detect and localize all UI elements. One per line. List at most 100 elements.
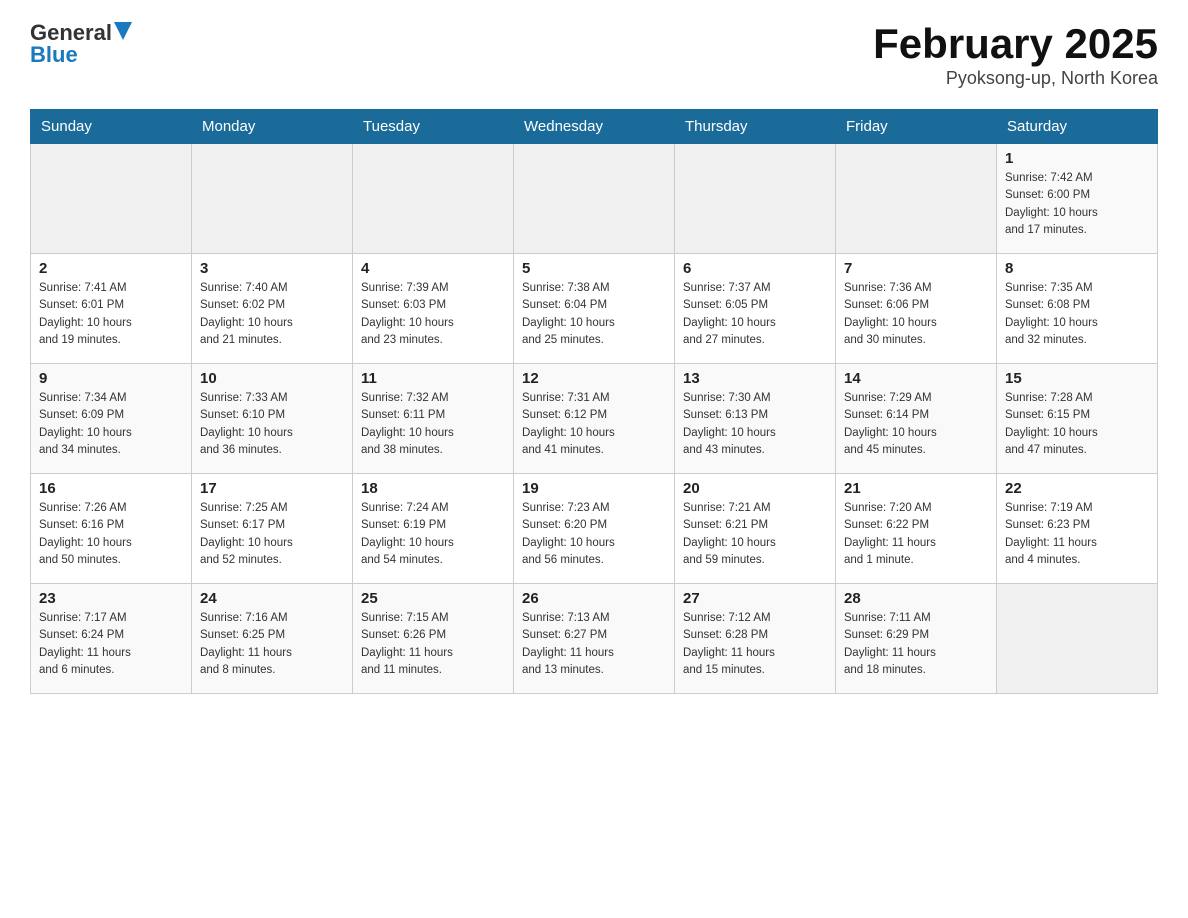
- day-number: 24: [200, 590, 344, 607]
- day-info: Sunrise: 7:26 AM Sunset: 6:16 PM Dayligh…: [39, 500, 183, 569]
- day-number: 9: [39, 370, 183, 387]
- calendar-cell: 26 Sunrise: 7:13 AM Sunset: 6:27 PM Dayli…: [514, 584, 675, 694]
- day-number: 4: [361, 260, 505, 277]
- day-number: 21: [844, 480, 988, 497]
- calendar-cell: 24 Sunrise: 7:16 AM Sunset: 6:25 PM Dayli…: [192, 584, 353, 694]
- day-number: 13: [683, 370, 827, 387]
- day-number: 28: [844, 590, 988, 607]
- day-info: Sunrise: 7:37 AM Sunset: 6:05 PM Dayligh…: [683, 280, 827, 349]
- column-header-sunday: Sunday: [31, 110, 192, 144]
- calendar-cell: 10 Sunrise: 7:33 AM Sunset: 6:10 PM Dayli…: [192, 364, 353, 474]
- column-header-friday: Friday: [836, 110, 997, 144]
- calendar-cell: 20 Sunrise: 7:21 AM Sunset: 6:21 PM Dayli…: [675, 474, 836, 584]
- day-info: Sunrise: 7:23 AM Sunset: 6:20 PM Dayligh…: [522, 500, 666, 569]
- day-info: Sunrise: 7:11 AM Sunset: 6:29 PM Dayligh…: [844, 610, 988, 679]
- calendar-cell: [514, 144, 675, 254]
- calendar-cell: 1 Sunrise: 7:42 AM Sunset: 6:00 PM Daylig…: [997, 144, 1158, 254]
- logo-text-blue: Blue: [30, 42, 78, 68]
- calendar-cell: 2 Sunrise: 7:41 AM Sunset: 6:01 PM Daylig…: [31, 254, 192, 364]
- day-number: 5: [522, 260, 666, 277]
- day-number: 14: [844, 370, 988, 387]
- calendar-cell: 4 Sunrise: 7:39 AM Sunset: 6:03 PM Daylig…: [353, 254, 514, 364]
- day-info: Sunrise: 7:13 AM Sunset: 6:27 PM Dayligh…: [522, 610, 666, 679]
- calendar-week-row: 2 Sunrise: 7:41 AM Sunset: 6:01 PM Daylig…: [31, 254, 1158, 364]
- day-number: 16: [39, 480, 183, 497]
- column-header-thursday: Thursday: [675, 110, 836, 144]
- day-number: 18: [361, 480, 505, 497]
- location-title: Pyoksong-up, North Korea: [873, 68, 1158, 89]
- page-header: General Blue February 2025 Pyoksong-up, …: [30, 20, 1158, 89]
- day-info: Sunrise: 7:17 AM Sunset: 6:24 PM Dayligh…: [39, 610, 183, 679]
- title-block: February 2025 Pyoksong-up, North Korea: [873, 20, 1158, 89]
- day-number: 6: [683, 260, 827, 277]
- calendar-cell: 9 Sunrise: 7:34 AM Sunset: 6:09 PM Daylig…: [31, 364, 192, 474]
- calendar-cell: 18 Sunrise: 7:24 AM Sunset: 6:19 PM Dayli…: [353, 474, 514, 584]
- calendar-cell: 28 Sunrise: 7:11 AM Sunset: 6:29 PM Dayli…: [836, 584, 997, 694]
- column-header-tuesday: Tuesday: [353, 110, 514, 144]
- calendar-cell: 11 Sunrise: 7:32 AM Sunset: 6:11 PM Dayli…: [353, 364, 514, 474]
- day-info: Sunrise: 7:32 AM Sunset: 6:11 PM Dayligh…: [361, 390, 505, 459]
- day-info: Sunrise: 7:24 AM Sunset: 6:19 PM Dayligh…: [361, 500, 505, 569]
- logo-triangle-icon: [114, 22, 132, 40]
- day-number: 10: [200, 370, 344, 387]
- column-header-wednesday: Wednesday: [514, 110, 675, 144]
- day-number: 7: [844, 260, 988, 277]
- day-info: Sunrise: 7:28 AM Sunset: 6:15 PM Dayligh…: [1005, 390, 1149, 459]
- day-info: Sunrise: 7:16 AM Sunset: 6:25 PM Dayligh…: [200, 610, 344, 679]
- calendar-cell: 8 Sunrise: 7:35 AM Sunset: 6:08 PM Daylig…: [997, 254, 1158, 364]
- day-info: Sunrise: 7:30 AM Sunset: 6:13 PM Dayligh…: [683, 390, 827, 459]
- day-info: Sunrise: 7:33 AM Sunset: 6:10 PM Dayligh…: [200, 390, 344, 459]
- day-info: Sunrise: 7:20 AM Sunset: 6:22 PM Dayligh…: [844, 500, 988, 569]
- day-info: Sunrise: 7:15 AM Sunset: 6:26 PM Dayligh…: [361, 610, 505, 679]
- column-header-saturday: Saturday: [997, 110, 1158, 144]
- day-info: Sunrise: 7:19 AM Sunset: 6:23 PM Dayligh…: [1005, 500, 1149, 569]
- calendar-week-row: 23 Sunrise: 7:17 AM Sunset: 6:24 PM Dayli…: [31, 584, 1158, 694]
- day-number: 12: [522, 370, 666, 387]
- calendar-cell: 17Sunrise: 7:25 AM Sunset: 6:17 PM Dayli…: [192, 474, 353, 584]
- day-number: 20: [683, 480, 827, 497]
- calendar-cell: 15 Sunrise: 7:28 AM Sunset: 6:15 PM Dayli…: [997, 364, 1158, 474]
- calendar-cell: [192, 144, 353, 254]
- day-info: Sunrise: 7:39 AM Sunset: 6:03 PM Dayligh…: [361, 280, 505, 349]
- day-info: Sunrise: 7:21 AM Sunset: 6:21 PM Dayligh…: [683, 500, 827, 569]
- calendar-cell: 7 Sunrise: 7:36 AM Sunset: 6:06 PM Daylig…: [836, 254, 997, 364]
- day-info: Sunrise: 7:42 AM Sunset: 6:00 PM Dayligh…: [1005, 170, 1149, 239]
- day-info: Sunrise: 7:35 AM Sunset: 6:08 PM Dayligh…: [1005, 280, 1149, 349]
- day-info: Sunrise: 7:31 AM Sunset: 6:12 PM Dayligh…: [522, 390, 666, 459]
- day-number: 2: [39, 260, 183, 277]
- day-info: Sunrise: 7:12 AM Sunset: 6:28 PM Dayligh…: [683, 610, 827, 679]
- calendar-week-row: 16 Sunrise: 7:26 AM Sunset: 6:16 PM Dayli…: [31, 474, 1158, 584]
- day-info: Sunrise: 7:38 AM Sunset: 6:04 PM Dayligh…: [522, 280, 666, 349]
- day-number: 27: [683, 590, 827, 607]
- calendar-cell: 16 Sunrise: 7:26 AM Sunset: 6:16 PM Dayli…: [31, 474, 192, 584]
- day-info: Sunrise: 7:41 AM Sunset: 6:01 PM Dayligh…: [39, 280, 183, 349]
- day-number: 23: [39, 590, 183, 607]
- calendar-table: SundayMondayTuesdayWednesdayThursdayFrid…: [30, 109, 1158, 694]
- calendar-cell: 25 Sunrise: 7:15 AM Sunset: 6:26 PM Dayli…: [353, 584, 514, 694]
- calendar-cell: [31, 144, 192, 254]
- day-number: 1: [1005, 150, 1149, 167]
- day-number: 19: [522, 480, 666, 497]
- calendar-cell: 21 Sunrise: 7:20 AM Sunset: 6:22 PM Dayli…: [836, 474, 997, 584]
- calendar-header-row: SundayMondayTuesdayWednesdayThursdayFrid…: [31, 110, 1158, 144]
- calendar-cell: 5 Sunrise: 7:38 AM Sunset: 6:04 PM Daylig…: [514, 254, 675, 364]
- calendar-cell: 6 Sunrise: 7:37 AM Sunset: 6:05 PM Daylig…: [675, 254, 836, 364]
- day-number: 11: [361, 370, 505, 387]
- calendar-week-row: 1 Sunrise: 7:42 AM Sunset: 6:00 PM Daylig…: [31, 144, 1158, 254]
- calendar-cell: [836, 144, 997, 254]
- calendar-cell: [353, 144, 514, 254]
- day-info: Sunrise: 7:34 AM Sunset: 6:09 PM Dayligh…: [39, 390, 183, 459]
- day-info: Sunrise: 7:36 AM Sunset: 6:06 PM Dayligh…: [844, 280, 988, 349]
- day-number: 15: [1005, 370, 1149, 387]
- calendar-cell: 13 Sunrise: 7:30 AM Sunset: 6:13 PM Dayli…: [675, 364, 836, 474]
- day-number: 8: [1005, 260, 1149, 277]
- day-number: 22: [1005, 480, 1149, 497]
- calendar-cell: 3Sunrise: 7:40 AM Sunset: 6:02 PM Daylig…: [192, 254, 353, 364]
- day-info: Sunrise: 7:29 AM Sunset: 6:14 PM Dayligh…: [844, 390, 988, 459]
- column-header-monday: Monday: [192, 110, 353, 144]
- calendar-cell: 12 Sunrise: 7:31 AM Sunset: 6:12 PM Dayli…: [514, 364, 675, 474]
- calendar-cell: 23 Sunrise: 7:17 AM Sunset: 6:24 PM Dayli…: [31, 584, 192, 694]
- day-number: 26: [522, 590, 666, 607]
- calendar-week-row: 9 Sunrise: 7:34 AM Sunset: 6:09 PM Daylig…: [31, 364, 1158, 474]
- day-number: 25: [361, 590, 505, 607]
